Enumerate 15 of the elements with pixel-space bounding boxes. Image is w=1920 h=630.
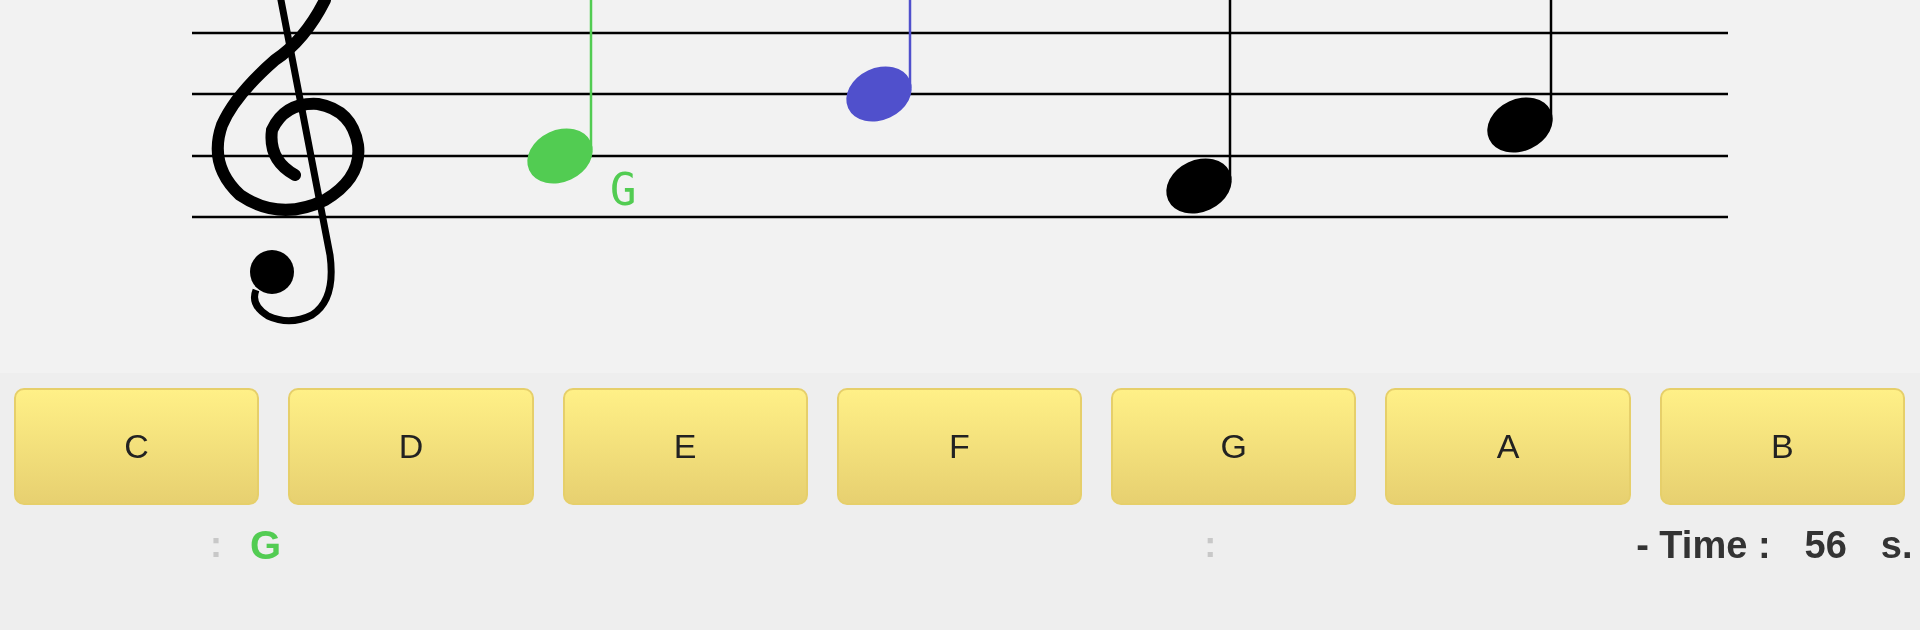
note-button[interactable]: B — [1659, 388, 1905, 505]
note-button[interactable]: D — [288, 388, 534, 505]
time-unit: s. — [1880, 523, 1913, 567]
treble-clef-icon — [211, 0, 365, 325]
note-label: G — [610, 164, 637, 215]
time-label: - Time : — [1636, 523, 1771, 567]
last-note-value: G — [250, 522, 282, 568]
time-value: 56 — [1804, 523, 1847, 567]
note-button[interactable]: A — [1385, 388, 1631, 505]
note-button[interactable]: G — [1111, 388, 1357, 505]
note-button[interactable]: C — [14, 388, 260, 505]
note-button[interactable]: E — [562, 388, 808, 505]
separator: : — [1204, 524, 1217, 566]
separator: : — [210, 524, 222, 566]
note-button[interactable]: F — [836, 388, 1083, 505]
